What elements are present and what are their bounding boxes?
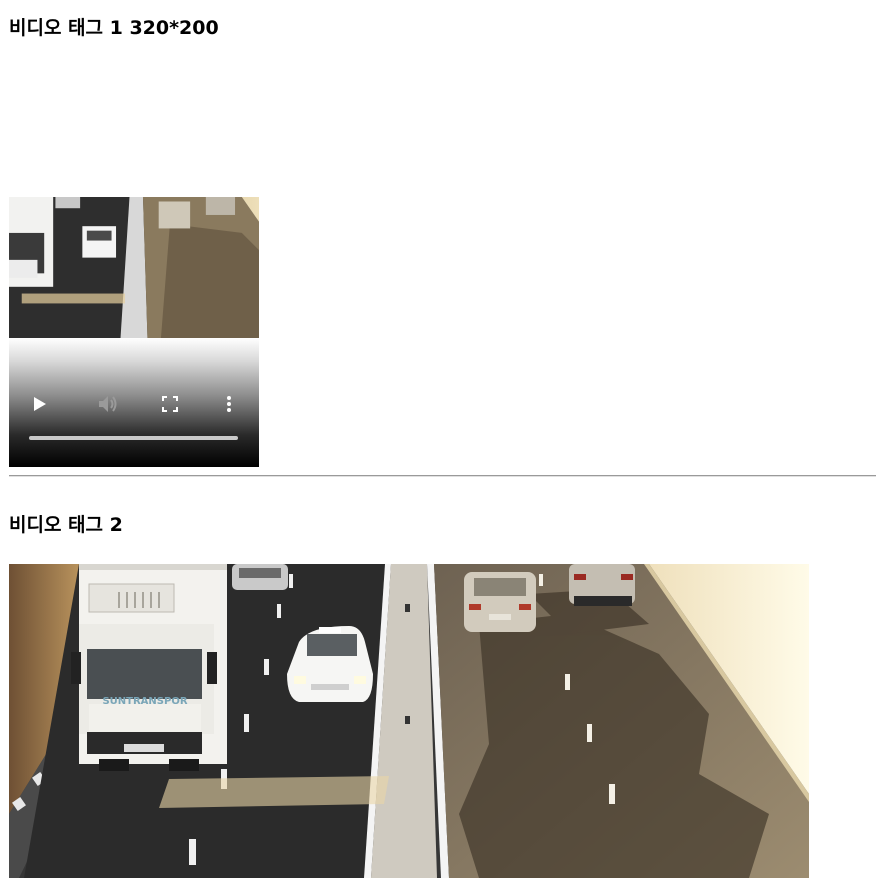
volume-icon — [99, 396, 117, 412]
video-player-2[interactable]: SUNTRANSPOR — [9, 564, 809, 878]
traffic-scene-large: SUNTRANSPOR — [9, 564, 809, 878]
video-1-frame[interactable] — [9, 197, 259, 338]
heading-video-1: 비디오 태그 1 320*200 — [9, 17, 219, 39]
page: 비디오 태그 1 320*200 비디오 태그 2 SUNTRANSPOR — [0, 0, 876, 878]
truck-logo-text: SUNTRANSPOR — [102, 696, 187, 707]
traffic-scene-small — [9, 197, 259, 338]
mute-button[interactable] — [94, 389, 124, 419]
distant-car — [232, 564, 288, 590]
more-vert-icon — [227, 396, 231, 412]
play-button[interactable] — [25, 389, 55, 419]
progress-bar[interactable] — [29, 436, 238, 440]
silver-car — [464, 572, 536, 632]
video-player-1[interactable] — [9, 197, 259, 467]
video-1-controls — [9, 389, 259, 419]
fullscreen-button[interactable] — [155, 389, 185, 419]
divider — [9, 475, 876, 477]
play-icon — [34, 397, 46, 411]
heading-video-2: 비디오 태그 2 — [9, 514, 123, 536]
truck: SUNTRANSPOR — [71, 564, 227, 771]
fullscreen-icon — [162, 396, 178, 412]
grey-car — [569, 564, 635, 606]
more-options-button[interactable] — [214, 389, 244, 419]
